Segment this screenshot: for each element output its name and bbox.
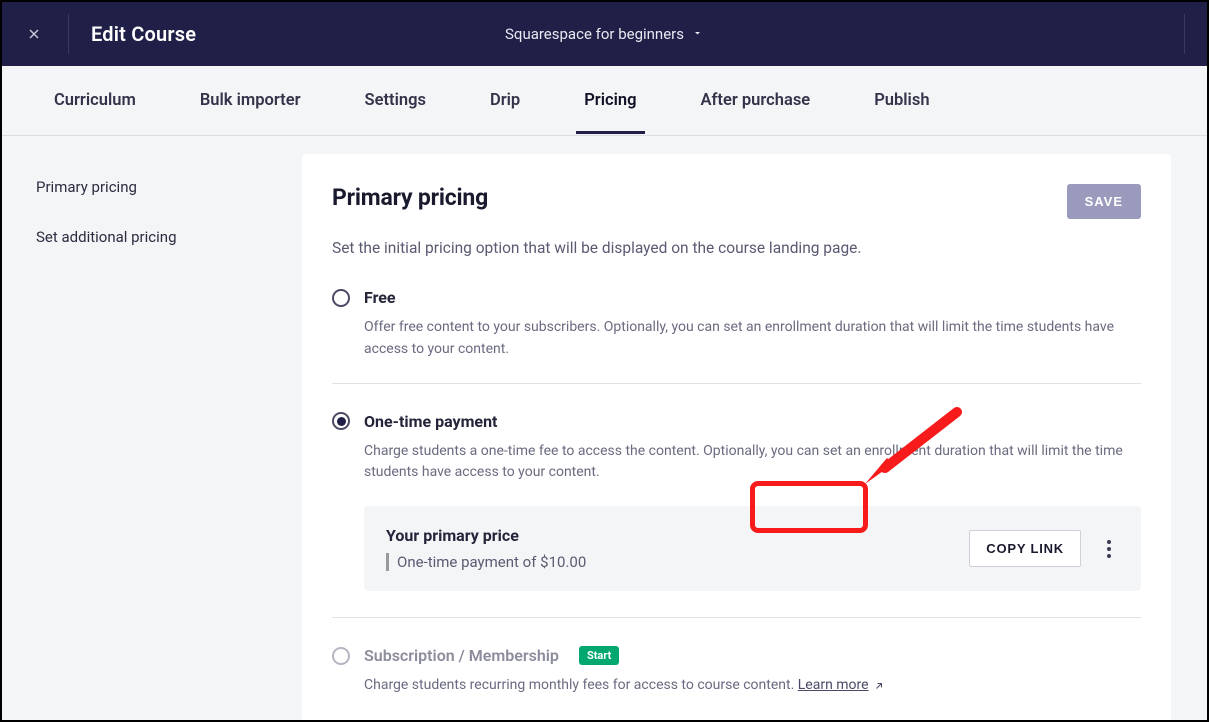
save-button[interactable]: SAVE [1067,184,1141,219]
price-card-accent-bar [386,553,389,571]
pricing-option-free: Free Offer free content to your subscrib… [332,288,1141,383]
plan-badge: Start [579,646,619,665]
learn-more-link[interactable]: Learn more [798,675,885,697]
option-label-subscription: Subscription / Membership [364,646,559,665]
copy-link-button[interactable]: COPY LINK [969,530,1081,567]
option-desc-free: Offer free content to your subscribers. … [364,317,1141,360]
tab-publish[interactable]: Publish [866,68,937,133]
tab-drip[interactable]: Drip [482,68,528,133]
tab-after-purchase[interactable]: After purchase [693,68,819,133]
learn-more-label: Learn more [798,675,869,697]
tab-bulk-importer[interactable]: Bulk importer [192,68,309,133]
tab-curriculum[interactable]: Curriculum [46,68,144,133]
option-label-one-time: One-time payment [364,412,497,431]
course-selector-label: Squarespace for beginners [505,25,684,43]
app-header: Edit Course Squarespace for beginners [2,2,1207,66]
radio-free[interactable] [332,289,350,307]
radio-subscription[interactable] [332,647,350,665]
header-divider [68,14,69,54]
pricing-option-one-time: One-time payment Charge students a one-t… [332,412,1141,618]
course-selector-dropdown[interactable]: Squarespace for beginners [505,25,704,43]
primary-price-card: Your primary price One-time payment of $… [364,506,1141,591]
option-desc-one-time: Charge students a one-time fee to access… [364,441,1141,484]
pricing-option-subscription: Subscription / Membership Start Charge s… [332,646,1141,719]
close-icon[interactable] [20,20,48,48]
caret-down-icon [692,25,704,43]
panel-title: Primary pricing [332,184,488,211]
page-title: Edit Course [91,22,196,46]
radio-one-time[interactable] [332,412,350,430]
price-card-line: One-time payment of $10.00 [397,553,586,571]
sidenav-additional-pricing[interactable]: Set additional pricing [36,218,278,268]
kebab-menu-icon[interactable] [1099,540,1119,558]
tab-pricing[interactable]: Pricing [576,68,644,133]
option-label-free: Free [364,288,396,307]
header-divider-right [1184,14,1185,54]
panel-subtitle: Set the initial pricing option that will… [332,237,1141,260]
tab-settings[interactable]: Settings [357,68,434,133]
pricing-sidenav: Primary pricing Set additional pricing [2,136,302,720]
primary-pricing-panel: Primary pricing SAVE Set the initial pri… [302,154,1171,722]
subscription-desc-text: Charge students recurring monthly fees f… [364,677,798,693]
tab-bar: Curriculum Bulk importer Settings Drip P… [2,66,1207,136]
price-card-title: Your primary price [386,526,586,545]
option-desc-subscription: Charge students recurring monthly fees f… [364,675,1141,697]
sidenav-primary-pricing[interactable]: Primary pricing [36,168,278,218]
